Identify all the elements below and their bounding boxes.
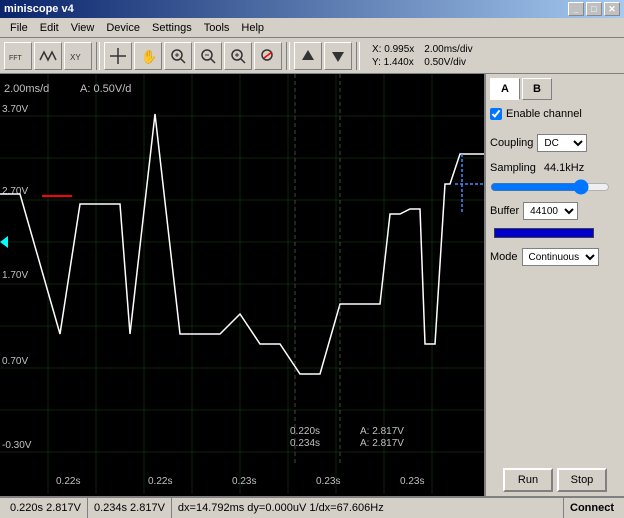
hand-button[interactable]: ✋ (134, 42, 162, 70)
mode-label: Mode (490, 251, 518, 263)
svg-text:A: 2.817V: A: 2.817V (360, 438, 404, 449)
coupling-label: Coupling (490, 137, 533, 149)
minimize-button[interactable]: _ (568, 2, 584, 16)
svg-text:-0.30V: -0.30V (2, 440, 32, 451)
sampling-slider[interactable] (490, 180, 610, 194)
scope-button[interactable] (34, 42, 62, 70)
title-bar-controls: _ □ ✕ (568, 2, 620, 16)
svg-text:0.22s: 0.22s (56, 476, 80, 487)
menu-view[interactable]: View (65, 20, 101, 36)
close-button[interactable]: ✕ (604, 2, 620, 16)
svg-text:A: 0.50V/d: A: 0.50V/d (80, 83, 131, 95)
status-seg3: dx=14.792ms dy=0.000uV 1/dx=67.606Hz (172, 498, 564, 518)
zoom-out-button[interactable] (194, 42, 222, 70)
buffer-row: Buffer 44100 22050 11025 (490, 202, 620, 220)
toolbar-sep3 (356, 42, 360, 70)
fft-button[interactable]: FFT (4, 42, 32, 70)
svg-text:0.23s: 0.23s (400, 476, 424, 487)
zoom-in-button[interactable] (164, 42, 192, 70)
mode-row: Mode Continuous Single Normal (490, 248, 620, 266)
right-panel: A B Enable channel Coupling DC AC GND Sa… (484, 74, 624, 496)
channel-tab-a[interactable]: A (490, 78, 520, 100)
menu-settings[interactable]: Settings (146, 20, 198, 36)
svg-text:0.23s: 0.23s (316, 476, 340, 487)
coupling-row: Coupling DC AC GND (490, 134, 620, 152)
xy-button[interactable]: XY (64, 42, 92, 70)
menu-file[interactable]: File (4, 20, 34, 36)
enable-channel-checkbox[interactable] (490, 108, 502, 120)
menu-tools[interactable]: Tools (198, 20, 236, 36)
svg-text:0.23s: 0.23s (232, 476, 256, 487)
enable-channel-label: Enable channel (506, 108, 582, 120)
status-bar: 0.220s 2.817V 0.234s 2.817V dx=14.792ms … (0, 496, 624, 518)
toolbar: FFT XY ✋ X: 0.995x Y: 1.440x 2.00ms/div … (0, 38, 624, 74)
channel-tab-b[interactable]: B (522, 78, 552, 100)
svg-text:0.220s: 0.220s (290, 426, 320, 437)
status-connect[interactable]: Connect (564, 498, 620, 518)
trig-up-button[interactable] (294, 42, 322, 70)
trig-down-button[interactable] (324, 42, 352, 70)
coupling-select[interactable]: DC AC GND (537, 134, 587, 152)
stop-button[interactable]: Stop (557, 468, 607, 492)
sampling-label: Sampling (490, 162, 536, 174)
zoom-in2-button[interactable] (224, 42, 252, 70)
svg-text:✋: ✋ (141, 49, 157, 64)
menu-edit[interactable]: Edit (34, 20, 65, 36)
run-button[interactable]: Run (503, 468, 553, 492)
sampling-slider-container (490, 180, 620, 194)
window-title: miniscope v4 (4, 3, 74, 15)
menu-device[interactable]: Device (100, 20, 146, 36)
enable-channel-row: Enable channel (490, 108, 620, 120)
mode-select[interactable]: Continuous Single Normal (522, 248, 599, 266)
zoom-stop-button[interactable] (254, 42, 282, 70)
buffer-progress-bar (494, 228, 594, 238)
cursor-add-button[interactable] (104, 42, 132, 70)
status-seg1: 0.220s 2.817V (4, 498, 88, 518)
title-bar: miniscope v4 _ □ ✕ (0, 0, 624, 18)
svg-text:XY: XY (70, 53, 81, 62)
channel-tabs: A B (490, 78, 620, 100)
svg-text:3.70V: 3.70V (2, 104, 28, 115)
svg-text:2.70V: 2.70V (2, 186, 28, 197)
toolbar-sep1 (96, 42, 100, 70)
sampling-value: 44.1kHz (544, 162, 584, 174)
status-seg2: 0.234s 2.817V (88, 498, 172, 518)
scope-canvas: 3.70V 2.70V 1.70V 0.70V -0.30V 0.22s 0.2… (0, 74, 484, 496)
scope-display[interactable]: 3.70V 2.70V 1.70V 0.70V -0.30V 0.22s 0.2… (0, 74, 484, 496)
svg-text:A: 2.817V: A: 2.817V (360, 426, 404, 437)
svg-text:0.70V: 0.70V (2, 356, 28, 367)
maximize-button[interactable]: □ (586, 2, 602, 16)
toolbar-time-div: 2.00ms/div 0.50V/div (424, 43, 472, 69)
menu-help[interactable]: Help (235, 20, 270, 36)
run-stop-row: Run Stop (490, 468, 620, 492)
svg-text:2.00ms/d: 2.00ms/d (4, 83, 49, 95)
sampling-row: Sampling 44.1kHz (490, 162, 620, 174)
svg-text:0.22s: 0.22s (148, 476, 172, 487)
buffer-label: Buffer (490, 205, 519, 217)
svg-text:FFT: FFT (9, 55, 23, 62)
menu-bar: File Edit View Device Settings Tools Hel… (0, 18, 624, 38)
toolbar-sep2 (286, 42, 290, 70)
main-area: 3.70V 2.70V 1.70V 0.70V -0.30V 0.22s 0.2… (0, 74, 624, 496)
svg-text:1.70V: 1.70V (2, 270, 28, 281)
svg-text:0.234s: 0.234s (290, 438, 320, 449)
buffer-select[interactable]: 44100 22050 11025 (523, 202, 578, 220)
toolbar-coords: X: 0.995x Y: 1.440x (372, 43, 414, 69)
